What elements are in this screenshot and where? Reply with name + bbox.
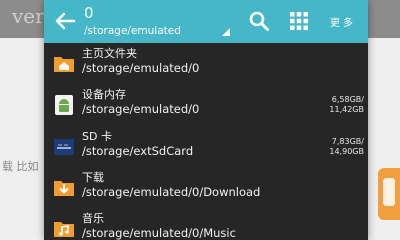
storage-used: 7,83GB/ [331,137,364,146]
item-name: 下载 [82,171,104,184]
item-name: 音乐 [82,212,104,225]
home-folder-icon [54,57,74,72]
background-snippet: 载 比如 [2,160,39,173]
item-path: /storage/emulated/0/Music [82,226,236,240]
storage-usage: 6,58GB/ 11,42GB [329,95,364,115]
current-path[interactable]: /storage/emulated [84,25,181,37]
list-item-download[interactable]: 下载 /storage/emulated/0/Download [44,167,368,207]
dialog-toolbar: 0 /storage/emulated 更多 [44,0,368,43]
sd-card-icon [54,139,74,155]
item-name: 设备内存 [82,88,126,101]
storage-picker-dialog: 0 /storage/emulated 更多 主页文件夹 /storage/em… [44,0,368,240]
search-icon[interactable] [249,11,269,31]
music-folder-icon [54,222,74,237]
grid-view-icon[interactable] [290,12,308,30]
download-folder-icon [54,181,74,196]
list-item-home-folder[interactable]: 主页文件夹 /storage/emulated/0 [44,43,368,83]
android-icon [55,95,73,115]
item-path: /storage/emulated/0/Download [82,185,261,199]
item-name: SD 卡 [82,130,112,143]
item-path: /storage/emulated/0 [82,61,200,75]
path-dropdown-icon[interactable] [222,28,230,36]
item-name: 主页文件夹 [82,47,137,60]
list-item-sd-card[interactable]: SD 卡 /storage/extSdCard 7,83GB/ 14,90GB [44,126,368,166]
storage-used: 6,58GB/ [331,95,364,104]
background-app-icon [378,168,400,220]
item-path: /storage/extSdCard [82,144,194,158]
item-count: 0 [84,4,94,22]
storage-usage: 7,83GB/ 14,90GB [329,137,364,157]
list-item-music[interactable]: 音乐 /storage/emulated/0/Music [44,208,368,240]
list-item-device-storage[interactable]: 设备内存 /storage/emulated/0 6,58GB/ 11,42GB [44,84,368,124]
back-arrow-icon[interactable] [54,10,76,32]
storage-total: 14,90GB [329,147,364,156]
more-button[interactable]: 更多 [330,14,356,29]
item-path: /storage/emulated/0 [82,102,200,116]
storage-total: 11,42GB [329,105,364,114]
background-title: ver [12,4,45,28]
